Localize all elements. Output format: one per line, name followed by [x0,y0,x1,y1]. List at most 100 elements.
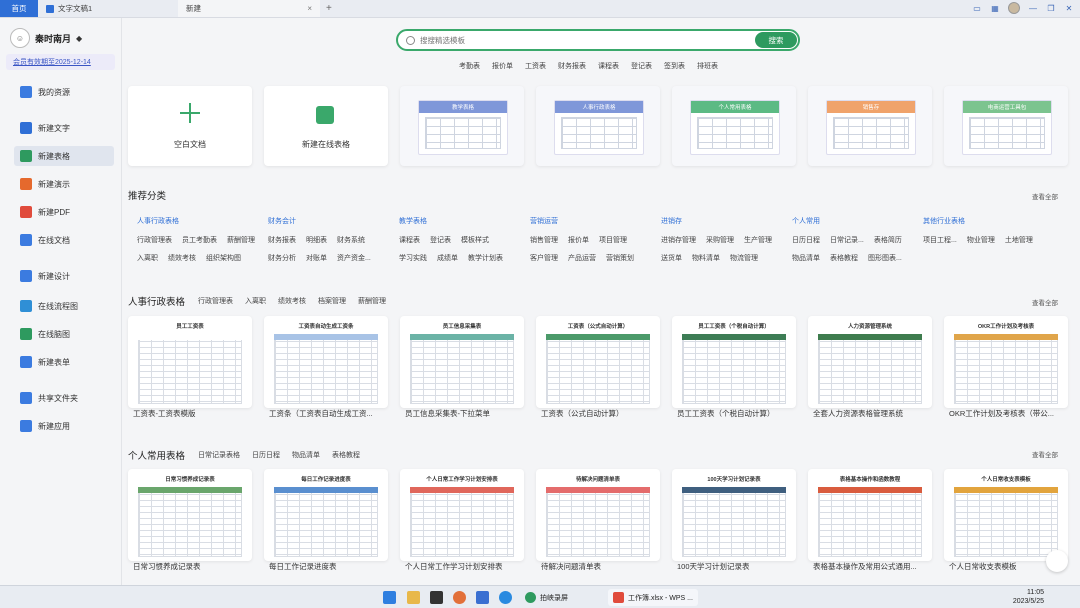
sidebar-item-8[interactable]: 在线脑图 [14,324,114,344]
quick-tag[interactable]: 财务报表 [558,61,586,71]
template-card-label[interactable]: 员工工资表（个税自动计算） [677,408,801,419]
category-link[interactable]: 表格简历 [874,235,902,245]
category-link[interactable]: 对账单 [306,253,327,263]
close-icon[interactable]: × [307,4,312,13]
template-card-label[interactable]: 表格基本操作及常用公式通用... [813,561,937,572]
category-link[interactable]: 入离职 [137,253,158,263]
sidebar-item-4[interactable]: 新建PDF [14,202,114,222]
hr-see-all[interactable]: 查看全部 [1032,297,1058,307]
category-head[interactable]: 其他行业表格 [923,216,1053,226]
sidebar-item-6[interactable]: 新建设计 [14,266,114,286]
sidebar-item-10[interactable]: 共享文件夹 [14,388,114,408]
sidebar-item-2[interactable]: 新建表格 [14,146,114,166]
template-card[interactable]: 员工工资表 [128,316,252,408]
template-card-label[interactable]: 每日工作记录进度表 [269,561,393,572]
template-card[interactable]: 个人日常工作学习计划安排表 [400,469,524,561]
template-card-label[interactable]: 日常习惯养成记录表 [133,561,257,572]
category-link[interactable]: 进销存管理 [661,235,696,245]
template-card-label[interactable]: 100天学习计划记录表 [677,561,801,572]
sidebar-item-1[interactable]: 新建文字 [14,118,114,138]
template-card[interactable]: 员工工资表（个税自动计算） [672,316,796,408]
template-card[interactable]: 个人日常收支表模板 [944,469,1068,561]
template-card[interactable]: 员工信息采集表 [400,316,524,408]
create-card-4[interactable]: 个人常用表格 [672,86,796,166]
category-link[interactable]: 成绩单 [437,253,458,263]
user-avatar[interactable] [1008,2,1020,14]
category-link[interactable]: 绩效考核 [168,253,196,263]
category-link[interactable]: 客户管理 [530,253,558,263]
template-card-label[interactable]: 工资表-工资表模版 [133,408,257,419]
category-link[interactable]: 教学计划表 [468,253,503,263]
category-link[interactable]: 员工考勤表 [182,235,217,245]
category-link[interactable]: 薪酬管理 [227,235,255,245]
category-link[interactable]: 明细表 [306,235,327,245]
category-link[interactable]: 财务系统 [337,235,365,245]
template-card[interactable]: 工资表自动生成工资条 [264,316,388,408]
template-card[interactable]: 日常习惯养成记录表 [128,469,252,561]
sub-tab[interactable]: 入离职 [245,296,266,306]
quick-tag[interactable]: 报价单 [492,61,513,71]
category-link[interactable]: 日常记录... [830,235,864,245]
create-card-6[interactable]: 电商运营工具包 [944,86,1068,166]
template-card-label[interactable]: 个人日常工作学习计划安排表 [405,561,529,572]
category-link[interactable]: 项目工程... [923,235,957,245]
sub-tab[interactable]: 档案管理 [318,296,346,306]
category-link[interactable]: 表格教程 [830,253,858,263]
category-link[interactable]: 送货单 [661,253,682,263]
template-card[interactable]: 人力资源管理系统 [808,316,932,408]
layout-icon[interactable]: ▭ [972,3,982,13]
folder-icon[interactable] [407,591,420,604]
taskbar-app-recorder[interactable]: 拍峡录屏 [520,589,573,606]
category-link[interactable]: 物料清单 [692,253,720,263]
quick-tag[interactable]: 签到表 [664,61,685,71]
windows-start-icon[interactable] [383,591,396,604]
edge-icon[interactable] [499,591,512,604]
search-button[interactable]: 搜索 [755,32,797,48]
sub-tab[interactable]: 物品清单 [292,450,320,460]
tab-new[interactable]: 新建 × [178,0,320,17]
browser-icon[interactable] [453,591,466,604]
quick-tag[interactable]: 排班表 [697,61,718,71]
create-card-1[interactable]: 新建在线表格 [264,86,388,166]
category-head[interactable]: 财务会计 [268,216,398,226]
category-link[interactable]: 组织架构图 [206,253,241,263]
category-link[interactable]: 学习实践 [399,253,427,263]
category-link[interactable]: 物流管理 [730,253,758,263]
category-head[interactable]: 个人常用 [792,216,922,226]
category-head[interactable]: 教学表格 [399,216,529,226]
sub-tab[interactable]: 薪酬管理 [358,296,386,306]
add-tab-icon[interactable]: + [320,0,338,17]
category-link[interactable]: 物业管理 [967,235,995,245]
category-link[interactable]: 项目管理 [599,235,627,245]
quick-tag[interactable]: 考勤表 [459,61,480,71]
category-link[interactable]: 营销策划 [606,253,634,263]
template-card[interactable]: 表格基本操作和函数教程 [808,469,932,561]
taskbar-app-wps[interactable]: 工作簿.xlsx - WPS ... [608,589,698,606]
category-link[interactable]: 报价单 [568,235,589,245]
category-link[interactable]: 财务报表 [268,235,296,245]
sidebar-item-0[interactable]: 我的资源 [14,82,114,102]
window-close-icon[interactable]: ✕ [1064,3,1074,13]
category-link[interactable]: 销售管理 [530,235,558,245]
avatar[interactable]: ☺ [10,28,30,48]
search-input[interactable] [420,35,740,45]
profile[interactable]: ☺ 秦时南月 ◆ [0,18,121,48]
sidebar-item-5[interactable]: 在线文档 [14,230,114,250]
template-card[interactable]: OKR工作计划及考核表 [944,316,1068,408]
category-head[interactable]: 人事行政表格 [137,216,267,226]
template-card[interactable]: 工资表（公式自动计算） [536,316,660,408]
category-head[interactable]: 营销运营 [530,216,660,226]
tab-home[interactable]: 首页 [0,0,38,17]
category-link[interactable]: 登记表 [430,235,451,245]
create-card-5[interactable]: 销售存 [808,86,932,166]
vip-expiry-link[interactable]: 会员有效期至2025-12-14 [6,54,115,70]
category-link[interactable]: 生产管理 [744,235,772,245]
template-card-label[interactable]: OKR工作计划及考核表（带公... [949,408,1073,419]
template-card-label[interactable]: 工资表（公式自动计算） [541,408,665,419]
grid-icon[interactable]: ▦ [990,3,1000,13]
sidebar-item-9[interactable]: 新建表单 [14,352,114,372]
sub-tab[interactable]: 日历日程 [252,450,280,460]
sidebar-item-7[interactable]: 在线流程图 [14,296,114,316]
category-link[interactable]: 课程表 [399,235,420,245]
mail-icon[interactable] [476,591,489,604]
